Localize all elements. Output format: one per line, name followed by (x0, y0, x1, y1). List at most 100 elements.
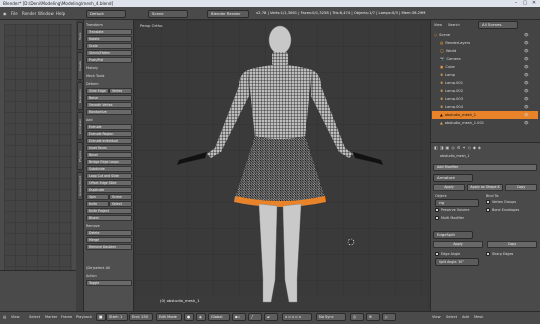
visibility-eye-icon[interactable]: 👁 (524, 47, 529, 55)
knife-select-button[interactable]: Select (109, 201, 132, 207)
bone-envelopes-toggle[interactable]: Bone Envelopes (486, 207, 519, 213)
multi-modifier-checkbox[interactable] (435, 216, 439, 220)
duplicate-button[interactable]: Duplicate (86, 187, 132, 193)
split-angle-field[interactable]: Split Angle: 30° (435, 258, 479, 266)
modifier-armature-apply[interactable]: Apply (433, 184, 465, 191)
edge-angle-toggle[interactable]: Edge Angle (435, 251, 460, 257)
visibility-eye-icon[interactable]: 👁 (524, 111, 529, 119)
add-modifier-button[interactable]: Add Modifier (433, 164, 537, 171)
render-engine-select[interactable]: Blender Render (207, 10, 249, 18)
sync-select[interactable]: No Sync (316, 313, 346, 321)
shading-icon[interactable]: ● (184, 313, 194, 321)
props-view-menu[interactable]: View (432, 313, 441, 321)
snap-icon[interactable]: ⊕ (366, 313, 380, 321)
tab-grease-pencil[interactable]: Grease Pencil (77, 172, 83, 200)
loop-cut-button[interactable]: Loop Cut and Slide (86, 173, 132, 179)
bone-envelopes-checkbox[interactable] (486, 208, 490, 212)
preserve-volume-checkbox[interactable] (435, 208, 439, 212)
menu-window[interactable]: Window (38, 10, 54, 17)
action-select[interactable]: Toggle (86, 280, 132, 286)
knife-project-button[interactable]: Knife Project (86, 208, 132, 214)
tab-animation[interactable]: Animation (77, 112, 83, 140)
editor-type-icon[interactable]: ▤ (3, 313, 6, 321)
modifier-armature-apply-shape[interactable]: Apply as Shape K (467, 184, 503, 191)
push-pull-button[interactable]: Push/Pull (86, 57, 132, 63)
outliner-item[interactable]: ✺ Lamp.004 👁 (432, 103, 538, 111)
scale-button[interactable]: Scale (86, 43, 132, 49)
knife-button[interactable]: Knife (86, 201, 109, 207)
start-frame-field[interactable]: Start: 1 (106, 313, 128, 321)
multi-modifier-toggle[interactable]: Multi Modifier (435, 215, 464, 221)
outliner-item[interactable]: ▤ RenderLayers 👁 (432, 39, 538, 47)
outliner-display-mode[interactable]: All Scenes (478, 21, 518, 29)
armature-object-field[interactable]: rig (435, 199, 479, 207)
slide-edge-button[interactable]: Slide Edge (86, 88, 109, 94)
transform-orientation-select[interactable]: Global (208, 313, 230, 321)
edit-mode-select[interactable]: Edit Mode (156, 313, 182, 321)
vertex-groups-checkbox[interactable] (486, 200, 490, 204)
randomize-button[interactable]: Randomize (86, 109, 132, 115)
left-select-menu[interactable]: Select (29, 313, 40, 321)
visibility-eye-icon[interactable]: 👁 (524, 39, 529, 47)
character-mesh[interactable] (135, 20, 427, 311)
outliner-item[interactable]: ▣ Cube 👁 (432, 63, 538, 71)
sharp-edges-toggle[interactable]: Sharp Edges (486, 251, 513, 257)
menu-render[interactable]: Render (22, 10, 36, 17)
outliner-item[interactable]: ⬡ Scene 👁 (432, 31, 538, 39)
minimize-button[interactable]: – (512, 0, 520, 7)
modifier-edgesplit-copy[interactable]: Copy (487, 241, 537, 248)
outliner-item[interactable]: ▲ obstudio_mesh_1.001 👁 (432, 119, 538, 127)
history-header[interactable]: History (86, 65, 98, 71)
props-select-menu[interactable]: Select (446, 313, 457, 321)
pivot-icon[interactable]: ◈ (196, 313, 206, 321)
visibility-eye-icon[interactable]: 👁 (524, 79, 529, 87)
layout-select[interactable]: Default (86, 10, 126, 18)
bisect-button[interactable]: Bisect (86, 215, 132, 221)
delete-button[interactable]: Delete (86, 230, 132, 236)
vertex-select-icon[interactable]: ▪▫ (232, 313, 246, 321)
visibility-eye-icon[interactable]: 👁 (524, 71, 529, 79)
vertex-groups-toggle[interactable]: Vertex Groups (486, 199, 516, 205)
modifier-armature-name[interactable]: Armature (433, 174, 473, 182)
props-mesh-menu[interactable]: Mesh (474, 313, 483, 321)
outliner-item[interactable]: ✺ Lamp.001 👁 (432, 79, 538, 87)
tab-tools[interactable]: Tools (77, 22, 83, 50)
visibility-eye-icon[interactable]: 👁 (524, 87, 529, 95)
outliner-item[interactable]: ◯ World 👁 (432, 47, 538, 55)
visibility-eye-icon[interactable]: 👁 (524, 103, 529, 111)
inset-faces-button[interactable]: Inset Faces (86, 145, 132, 151)
outliner-search-menu[interactable]: Search (448, 22, 460, 28)
left-frame-menu[interactable]: Frame (61, 313, 72, 321)
merge-button[interactable]: Merge (86, 237, 132, 243)
screw-button[interactable]: Screw (109, 194, 132, 200)
transform-header[interactable]: Transform (86, 22, 103, 28)
edge-select-icon[interactable]: ╱ (248, 313, 262, 321)
maximize-button[interactable]: ▢ (521, 0, 529, 7)
left-view-menu[interactable]: View (11, 313, 20, 321)
modifier-edgesplit-apply[interactable]: Apply (433, 241, 483, 248)
translate-button[interactable]: Translate (86, 29, 132, 35)
props-add-menu[interactable]: Add (462, 313, 469, 321)
tab-relations[interactable]: Relations (77, 82, 83, 110)
outliner-item[interactable]: ✺ Lamp 👁 (432, 71, 538, 79)
outliner-item[interactable]: ✺ Lamp.002 👁 (432, 87, 538, 95)
extrude-button[interactable]: Extrude (86, 124, 132, 130)
properties-tab-icons[interactable]: ◧◨▣◎⚙✦◇◆◈ (434, 145, 483, 150)
bridge-edge-loops-button[interactable]: Bridge Edge Loops (86, 159, 132, 165)
visibility-eye-icon[interactable]: 👁 (524, 95, 529, 103)
proportional-edit-icon[interactable]: ◎ (350, 313, 364, 321)
visibility-eye-icon[interactable]: 👁 (524, 31, 529, 39)
close-button[interactable]: ✕ (530, 0, 538, 7)
outliner-item[interactable]: ▲ obstudio_mesh_1 👁 (432, 111, 538, 119)
edge-angle-checkbox[interactable] (435, 252, 439, 256)
menu-file[interactable]: File (11, 10, 18, 17)
subdivide-button[interactable]: Subdivide (86, 166, 132, 172)
stop-icon[interactable]: ■ (96, 313, 106, 321)
extrude-individual-button[interactable]: Extrude Individual (86, 138, 132, 144)
bevel-button[interactable]: Bevel (86, 152, 132, 158)
outliner-item[interactable]: ✺ Lamp.003 👁 (432, 95, 538, 103)
modifier-edgesplit-name[interactable]: EdgeSplit (433, 231, 473, 239)
layer-buttons[interactable]: ▫▫▫▫▫ (282, 313, 312, 321)
outliner-item[interactable]: 📷 Camera 👁 (432, 55, 538, 63)
rotate-button[interactable]: Rotate (86, 36, 132, 42)
